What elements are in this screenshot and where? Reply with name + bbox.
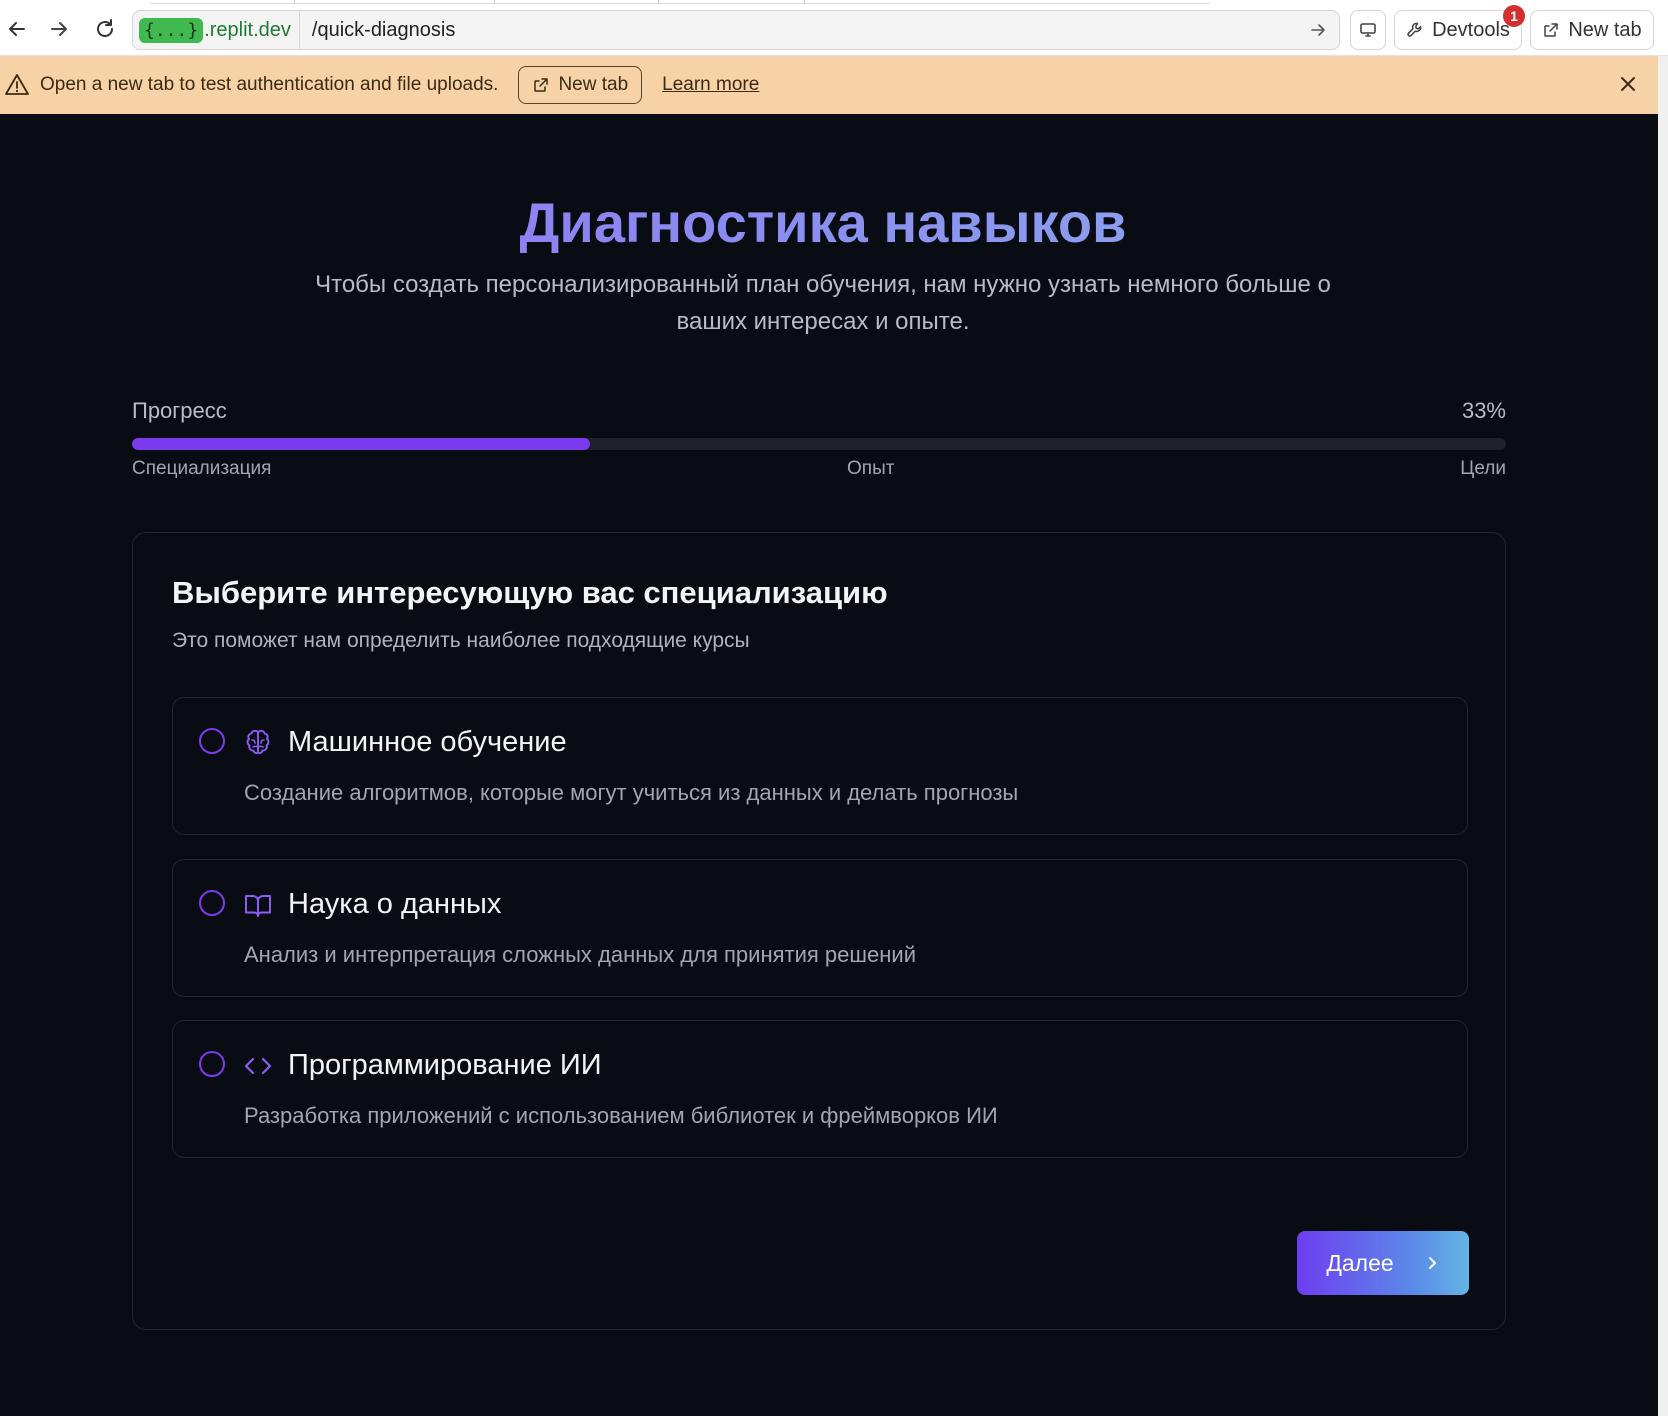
arrow-right-icon [51, 22, 67, 36]
option-machine-learning[interactable]: Машинное обучение Создание алгоритмов, к… [172, 697, 1468, 835]
browser-toolbar: {...} .replit.dev /quick-diagnosis Devto… [0, 0, 1668, 56]
back-button[interactable] [2, 14, 32, 44]
go-button[interactable] [1303, 22, 1333, 38]
progress-percent: 33% [1461, 398, 1506, 423]
scrollbar[interactable] [1658, 56, 1668, 1416]
replit-badge: {...} [139, 17, 204, 43]
forward-button[interactable] [44, 14, 74, 44]
devtools-error-badge: 1 [1503, 5, 1525, 27]
progress-bar-fill [132, 438, 590, 450]
option-title: Машинное обучение [288, 726, 567, 758]
banner-new-tab-button[interactable]: New tab [518, 66, 643, 104]
progress-step-experience: Опыт [847, 458, 895, 479]
radio-button[interactable] [199, 1051, 225, 1077]
monitor-icon [1360, 23, 1376, 37]
address-bar[interactable]: {...} .replit.dev /quick-diagnosis [132, 10, 1340, 50]
wrench-icon [1407, 22, 1422, 37]
card-description: Это поможет нам определить наиболее подх… [172, 629, 750, 652]
next-button-label: Далее [1326, 1249, 1394, 1276]
page-title: Диагностика навыков [0, 190, 1646, 255]
next-button[interactable]: Далее [1297, 1231, 1469, 1295]
option-title: Программирование ИИ [288, 1049, 602, 1081]
progress-label: Прогресс [132, 398, 227, 423]
progress-step-goals: Цели [1460, 458, 1506, 479]
device-preview-button[interactable] [1350, 10, 1386, 50]
learn-more-link[interactable]: Learn more [662, 74, 759, 96]
tab-strip [150, 0, 1210, 4]
reload-icon [97, 19, 113, 37]
radio-button[interactable] [199, 728, 225, 754]
open-new-tab-button[interactable]: New tab [1530, 10, 1654, 50]
option-description: Анализ и интерпретация сложных данных дл… [244, 942, 916, 967]
external-link-icon [534, 78, 549, 92]
arrow-left-icon [9, 22, 25, 36]
option-description: Создание алгоритмов, которые могут учить… [244, 780, 1019, 805]
close-icon [1621, 77, 1635, 91]
url-host: .replit.dev [204, 18, 291, 41]
specialization-card: Выберите интересующую вас специализацию … [132, 532, 1506, 1330]
page-subtitle: Чтобы создать персонализированный план о… [315, 271, 1331, 335]
brain-icon [246, 729, 270, 755]
url-path[interactable]: /quick-diagnosis [300, 19, 1303, 42]
arrow-right-icon [1311, 24, 1325, 36]
banner-close-button[interactable] [1616, 72, 1640, 101]
card-title: Выберите интересующую вас специализацию [172, 575, 888, 610]
banner-message: Open a new tab to test authentication an… [40, 74, 499, 95]
option-description: Разработка приложений с использованием б… [244, 1103, 998, 1128]
url-domain: {...} .replit.dev [133, 11, 300, 49]
app-page: Диагностика навыков Чтобы создать персон… [0, 114, 1658, 1416]
warning-banner: Open a new tab to test authentication an… [0, 56, 1658, 114]
new-tab-label: New tab [1568, 18, 1642, 41]
warning-icon [5, 74, 29, 95]
devtools-button[interactable]: Devtools 1 [1394, 5, 1525, 50]
reload-button[interactable] [90, 14, 120, 44]
progress-bar [132, 438, 1506, 450]
external-link-icon [1544, 23, 1559, 37]
radio-button[interactable] [199, 890, 225, 916]
chevron-right-icon [1428, 1257, 1436, 1269]
progress-step-specialization: Специализация [132, 458, 272, 479]
code-icon [244, 1057, 272, 1075]
book-open-icon [245, 895, 271, 917]
option-data-science[interactable]: Наука о данных Анализ и интерпретация сл… [172, 859, 1468, 997]
banner-new-tab-label: New tab [558, 74, 629, 95]
option-ai-programming[interactable]: Программирование ИИ Разработка приложени… [172, 1020, 1468, 1158]
option-title: Наука о данных [288, 888, 502, 920]
devtools-label: Devtools [1432, 18, 1510, 41]
